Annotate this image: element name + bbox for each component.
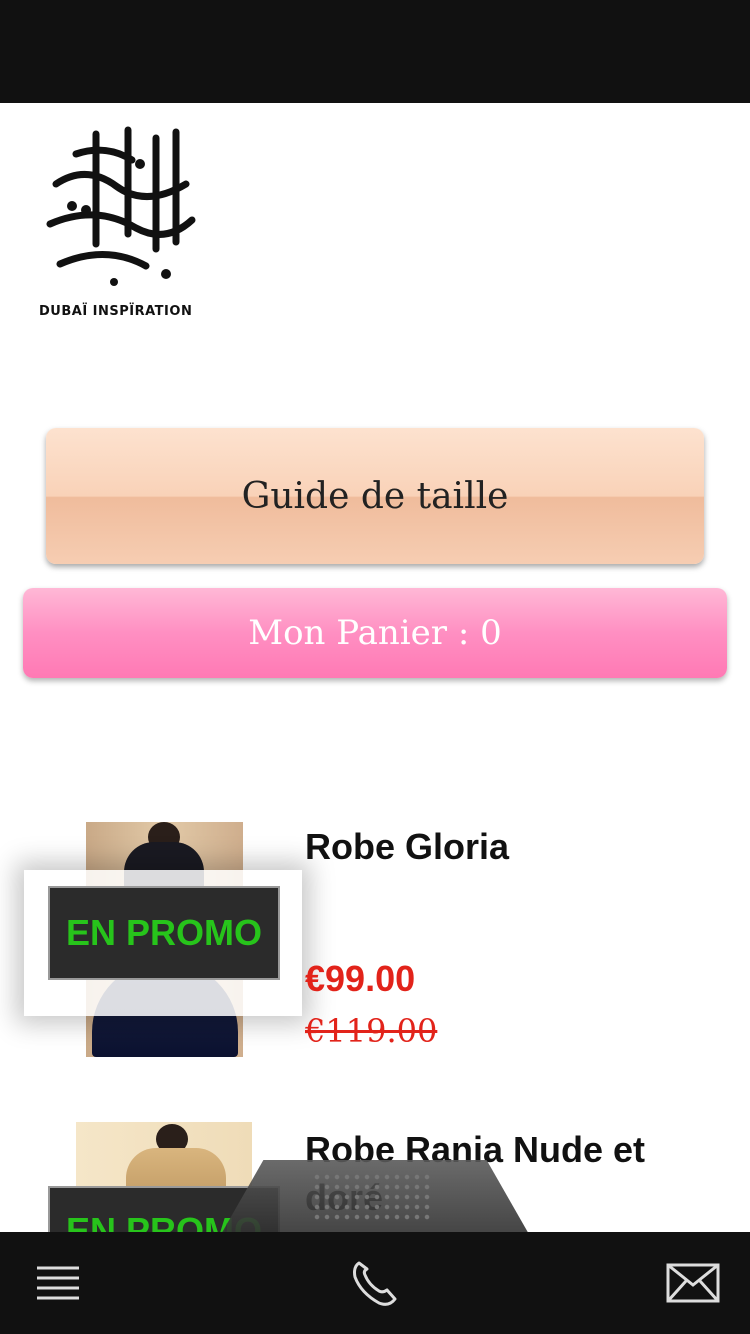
product-item[interactable]: EN PROMO Robe Gloria €99.00 €119.00 [0, 822, 750, 1062]
calligraphy-logo-icon [46, 126, 196, 286]
product-price: €99.00 [305, 958, 416, 999]
logo-caption: DUBAÏ INSPÏRATION [39, 304, 193, 319]
mail-icon[interactable] [664, 1260, 722, 1306]
phone-icon[interactable] [345, 1256, 403, 1312]
tab-bar [0, 1232, 750, 1334]
size-guide-button[interactable]: Guide de taille [46, 428, 704, 564]
product-old-price: €119.00 [305, 1012, 438, 1050]
cart-button[interactable]: Mon Panier : 0 [23, 588, 727, 678]
grip-icon [312, 1172, 432, 1222]
status-bar [0, 0, 750, 103]
promo-badge: EN PROMO [48, 886, 280, 980]
brand-logo[interactable]: DUBAÏ INSPÏRATION [36, 124, 202, 322]
product-name[interactable]: Robe Gloria [305, 826, 509, 868]
menu-icon[interactable] [30, 1258, 86, 1308]
